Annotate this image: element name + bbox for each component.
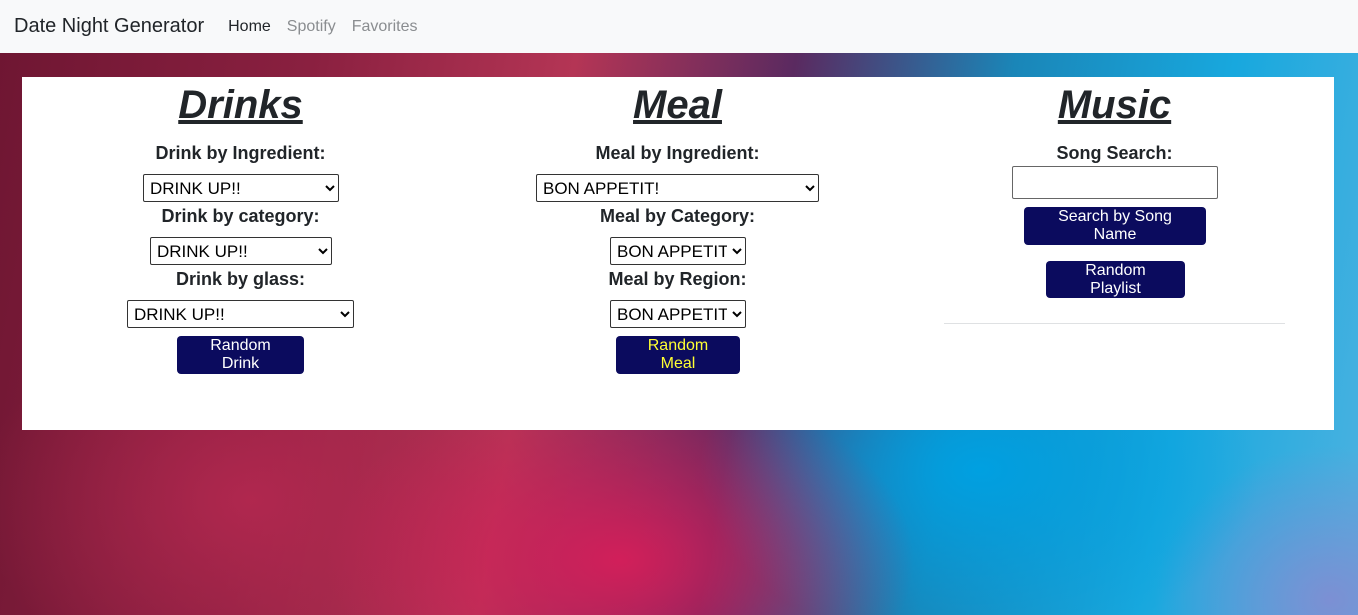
navbar: Date Night Generator Home Spotify Favori… — [0, 0, 1358, 53]
song-search-input[interactable] — [1012, 166, 1218, 199]
meal-category-label: Meal by Category: — [599, 206, 756, 226]
meal-region-label: Meal by Region: — [608, 269, 747, 289]
meal-category-select[interactable]: BON APPETIT! — [610, 237, 746, 265]
music-title: Music — [1057, 83, 1172, 127]
search-by-song-button[interactable]: Search by Song Name — [1024, 207, 1206, 245]
drink-glass-select[interactable]: DRINK UP!! — [127, 300, 354, 328]
drink-ingredient-label: Drink by Ingredient: — [155, 143, 326, 163]
nav-link-spotify[interactable]: Spotify — [287, 18, 336, 36]
drink-category-select[interactable]: DRINK UP!! — [150, 237, 332, 265]
drink-category-label: Drink by category: — [161, 206, 320, 226]
meal-ingredient-label: Meal by Ingredient: — [595, 143, 760, 163]
meal-ingredient-select[interactable]: BON APPETIT! — [536, 174, 819, 202]
music-divider — [944, 323, 1285, 324]
random-drink-button[interactable]: Random Drink — [177, 336, 304, 374]
nav-link-favorites[interactable]: Favorites — [352, 18, 418, 36]
song-search-label: Song Search: — [1056, 143, 1173, 163]
meal-region-select[interactable]: BON APPETIT! — [610, 300, 746, 328]
brand-title[interactable]: Date Night Generator — [14, 15, 204, 38]
nav-link-home[interactable]: Home — [228, 18, 271, 36]
drinks-title: Drinks — [178, 83, 303, 127]
random-playlist-button[interactable]: Random Playlist — [1046, 261, 1185, 298]
meal-title: Meal — [633, 83, 722, 127]
random-meal-button[interactable]: Random Meal — [616, 336, 740, 374]
drink-ingredient-select[interactable]: DRINK UP!! — [143, 174, 339, 202]
generator-panel: Drinks Drink by Ingredient: DRINK UP!! D… — [22, 77, 1334, 430]
drink-glass-label: Drink by glass: — [175, 269, 306, 289]
